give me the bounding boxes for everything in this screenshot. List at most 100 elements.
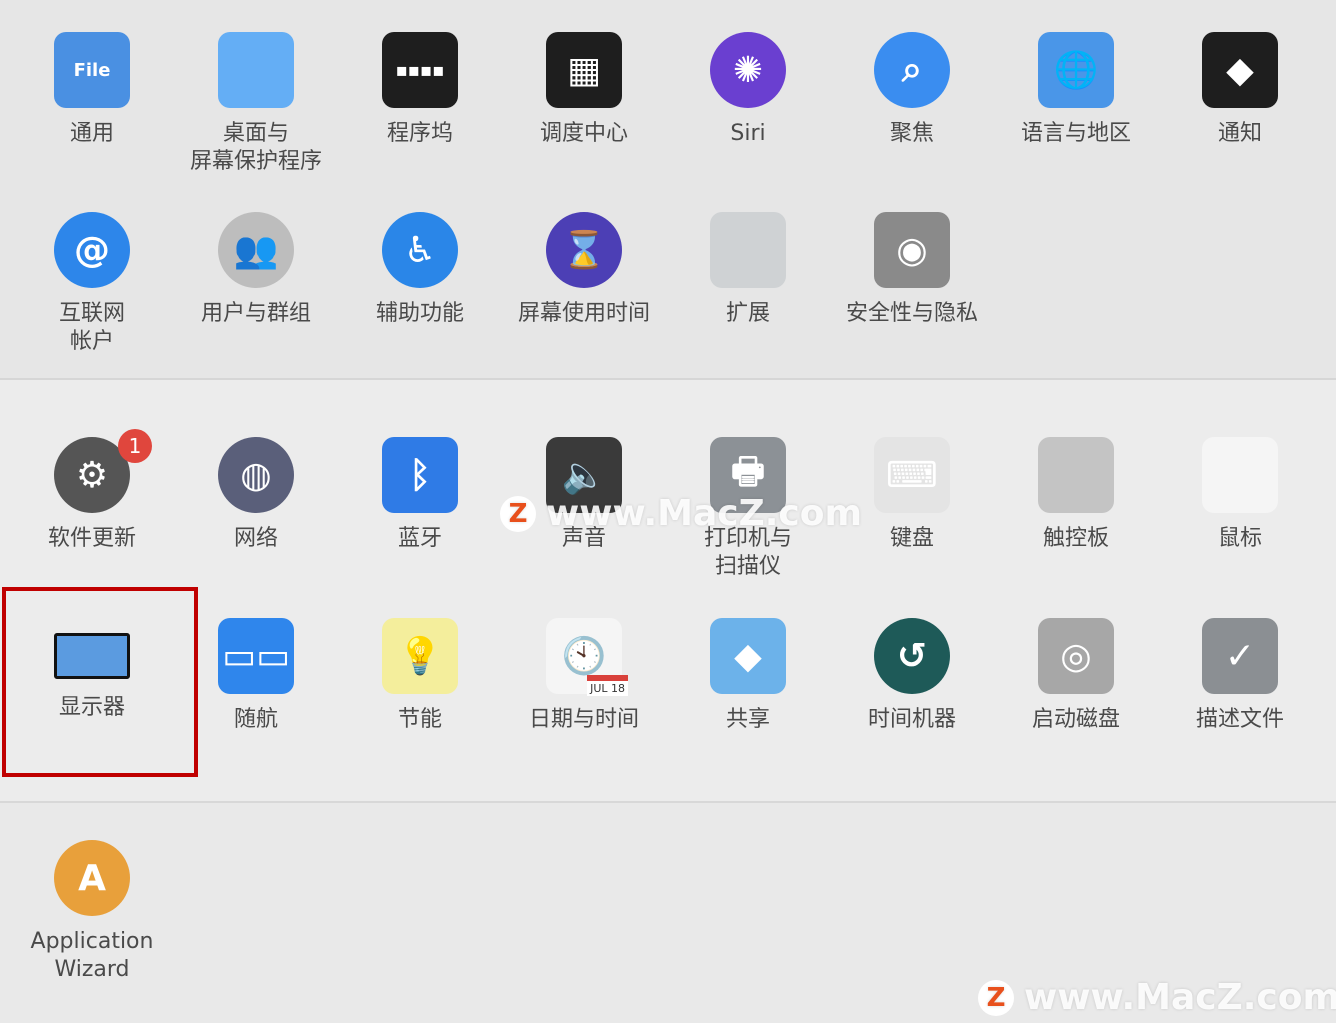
icon-glyph: 👥 (233, 230, 279, 271)
pref-pane-users-groups[interactable]: 👥 用户与群组 (174, 212, 338, 328)
icon-glyph: ▦ (566, 49, 601, 91)
pref-pane-label: 通知 (1217, 121, 1262, 146)
icon-glyph: 💡 (397, 636, 443, 677)
network-globe-icon: ◍ (218, 437, 294, 513)
icon-glyph: ⌕ (901, 49, 923, 90)
startup-disk-icon: ◎ (1038, 618, 1114, 694)
pref-pane-label: 屏幕使用时间 (517, 301, 650, 326)
pref-pane-date-time-clock[interactable]: 🕙 JUL 18 日期与时间 (502, 618, 666, 734)
pref-pane-label: 辅助功能 (375, 301, 464, 326)
users-groups-icon: 👥 (218, 212, 294, 288)
pref-pane-label: 共享 (725, 707, 770, 732)
pref-pane-startup-disk[interactable]: ◎ 启动磁盘 (994, 618, 1158, 734)
pref-pane-software-update-gear[interactable]: ⚙ 1 软件更新 (10, 429, 174, 553)
pref-pane-sidecar[interactable]: ▭▭ 随航 (174, 618, 338, 734)
icon-glyph: ✓ (1224, 635, 1256, 677)
pref-pane-label: 蓝牙 (397, 526, 442, 551)
pref-pane-label: Application Wizard (30, 929, 154, 982)
pref-pane-siri[interactable]: ✺ Siri (666, 32, 830, 148)
date-time-clock-icon: 🕙 JUL 18 (546, 618, 628, 696)
siri-icon: ✺ (710, 32, 786, 108)
pref-pane-sharing-folder[interactable]: ◆ 共享 (666, 618, 830, 734)
icon-glyph: 🔈 (561, 455, 607, 496)
screen-time-hourglass-icon: ⌛ (546, 212, 622, 288)
pref-pane-mission-control[interactable]: ▦ 调度中心 (502, 32, 666, 148)
icon-glyph: ♿ (403, 229, 437, 271)
pref-pane-trackpad[interactable]: 触控板 (994, 437, 1158, 553)
icon-glyph: @ (74, 229, 110, 271)
pref-pane-desktop-screensaver[interactable]: 桌面与 屏幕保护程序 (174, 32, 338, 176)
watermark-text: www.MacZ.com (1024, 977, 1336, 1018)
language-region-flag-icon: 🌐 (1038, 32, 1114, 108)
energy-saver-bulb-icon: 💡 (382, 618, 458, 694)
icon-glyph: ◉ (896, 229, 928, 271)
watermark-text: www.MacZ.com (546, 493, 862, 534)
pref-pane-label: 节能 (397, 707, 442, 732)
pref-pane-label: 网络 (233, 526, 278, 551)
watermark-logo-icon: Z (978, 979, 1014, 1016)
icon-glyph: ⚙ (75, 454, 109, 496)
pref-pane-label: 调度中心 (539, 121, 628, 146)
update-count-badge: 1 (118, 429, 152, 463)
extensions-puzzle-icon (710, 212, 786, 288)
icon-glyph: File (73, 59, 111, 81)
profiles-checkmark-icon: ✓ (1202, 618, 1278, 694)
icon-glyph: ◍ (240, 454, 272, 496)
highlight-box-display (2, 587, 198, 777)
pref-pane-security-privacy-house[interactable]: ◉ 安全性与隐私 (830, 212, 994, 328)
sharing-folder-icon: ◆ (710, 618, 786, 694)
internet-accounts-icon: @ (54, 212, 130, 288)
trackpad-icon (1038, 437, 1114, 513)
pref-pane-label: 描述文件 (1195, 707, 1284, 732)
pref-pane-label: 用户与群组 (200, 301, 311, 326)
icon-glyph: ⌨ (886, 454, 938, 496)
pref-pane-extensions-puzzle[interactable]: 扩展 (666, 212, 830, 328)
watermark-bottom: Z www.MacZ.com (978, 977, 1336, 1018)
pref-pane-label: 时间机器 (867, 707, 956, 732)
pref-pane-application-wizard[interactable]: A Application Wizard (10, 840, 174, 984)
pref-pane-notifications[interactable]: ◆ 通知 (1158, 32, 1322, 148)
icon-glyph: ⌛ (561, 230, 607, 271)
keyboard-icon: ⌨ (874, 437, 950, 513)
pref-pane-time-machine[interactable]: ↺ 时间机器 (830, 618, 994, 734)
icon-glyph: ▪▪▪▪ (395, 59, 445, 81)
pref-pane-dock[interactable]: ▪▪▪▪ 程序坞 (338, 32, 502, 148)
pref-pane-energy-saver-bulb[interactable]: 💡 节能 (338, 618, 502, 734)
dock-icon: ▪▪▪▪ (382, 32, 458, 108)
bluetooth-icon: ᛒ (382, 437, 458, 513)
calendar-date: JUL 18 (587, 675, 628, 696)
pref-pane-network-globe[interactable]: ◍ 网络 (174, 437, 338, 553)
time-machine-icon: ↺ (874, 618, 950, 694)
pref-pane-profiles-checkmark[interactable]: ✓ 描述文件 (1158, 618, 1322, 734)
watermark: Z www.MacZ.com (500, 493, 862, 534)
pref-pane-screen-time-hourglass[interactable]: ⌛ 屏幕使用时间 (502, 212, 666, 328)
icon-glyph: ✺ (732, 49, 764, 91)
pref-pane-label: 安全性与隐私 (845, 301, 978, 326)
pref-pane-label: 聚焦 (889, 121, 934, 146)
icon-glyph: 🌐 (1053, 50, 1099, 91)
icon-glyph: ▭▭ (221, 635, 291, 677)
pref-pane-label: 软件更新 (47, 526, 136, 551)
pref-pane-label: 随航 (233, 707, 278, 732)
pref-pane-general[interactable]: File 通用 (10, 32, 174, 148)
pref-pane-internet-accounts[interactable]: @ 互联网 帐户 (10, 212, 174, 356)
pref-pane-label: 日期与时间 (528, 707, 639, 732)
pref-pane-spotlight[interactable]: ⌕ 聚焦 (830, 32, 994, 148)
application-wizard-icon: A (54, 840, 130, 916)
desktop-screensaver-icon (218, 32, 294, 108)
icon-glyph: A (78, 857, 106, 899)
pref-pane-label: 触控板 (1042, 526, 1109, 551)
pref-pane-language-region-flag[interactable]: 🌐 语言与地区 (994, 32, 1158, 148)
pref-pane-label: 扩展 (725, 301, 770, 326)
pref-pane-mouse[interactable]: 鼠标 (1158, 437, 1322, 553)
pref-pane-label: 桌面与 屏幕保护程序 (189, 121, 322, 174)
pref-pane-label: 语言与地区 (1020, 121, 1131, 146)
spotlight-icon: ⌕ (874, 32, 950, 108)
icon-glyph: ◆ (1226, 49, 1254, 91)
pref-pane-accessibility[interactable]: ♿ 辅助功能 (338, 212, 502, 328)
icon-glyph: 🕙 (561, 636, 607, 677)
general-icon: File (54, 32, 130, 108)
pref-pane-bluetooth[interactable]: ᛒ 蓝牙 (338, 437, 502, 553)
pref-pane-label: 程序坞 (386, 121, 453, 146)
pref-pane-label: 启动磁盘 (1031, 707, 1120, 732)
